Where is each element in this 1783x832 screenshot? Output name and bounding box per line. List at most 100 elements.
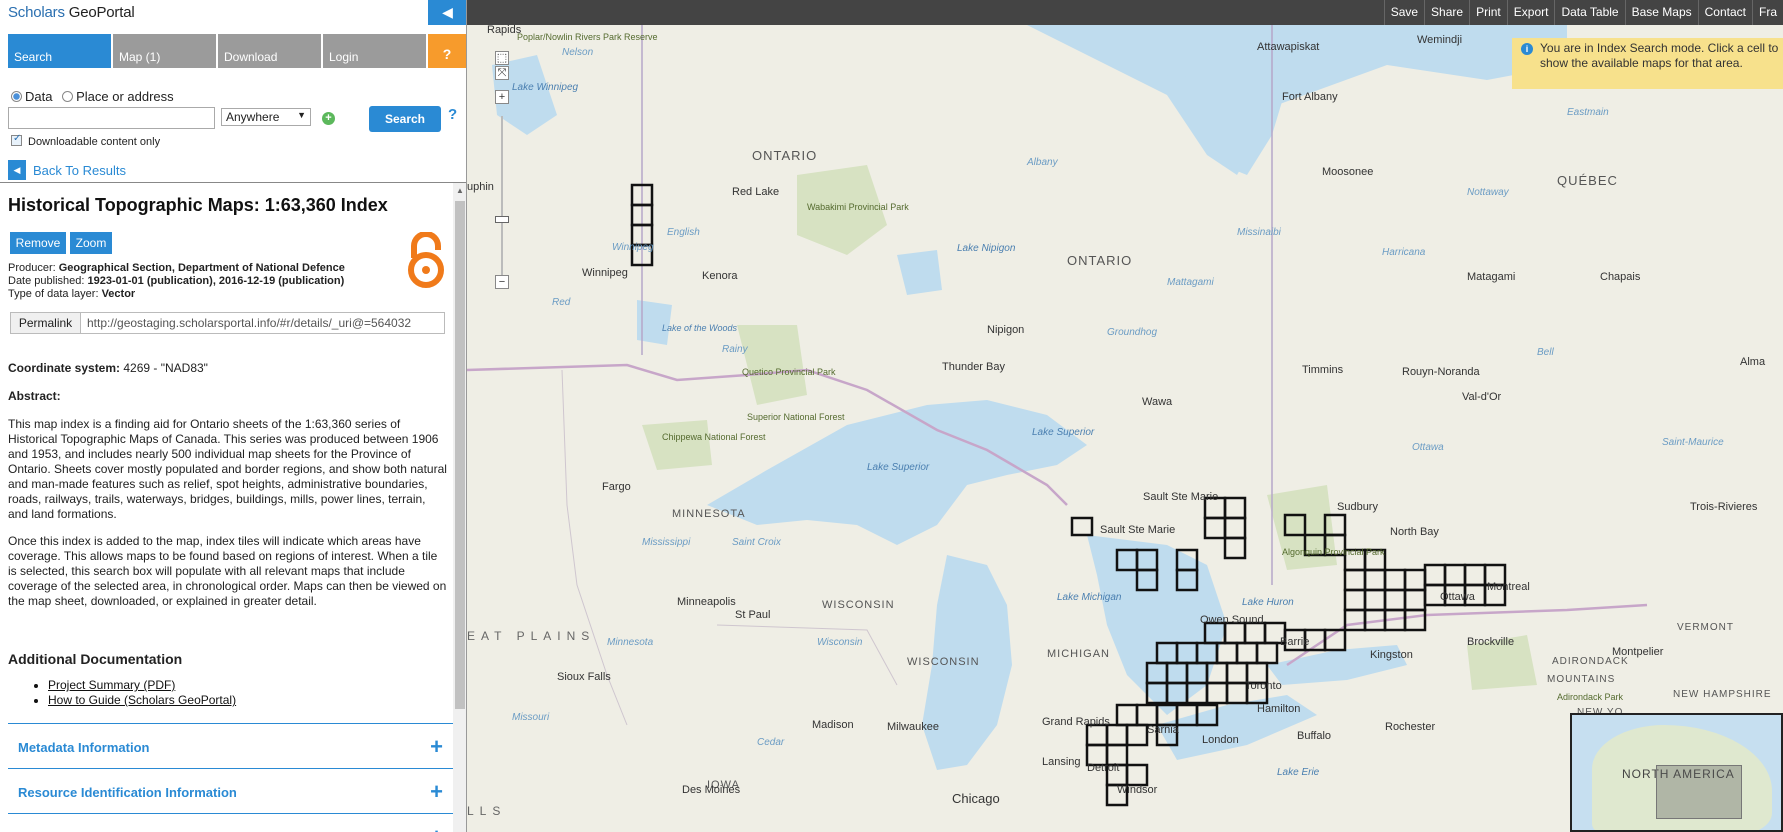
downloadable-only-row: Downloadable content only (11, 133, 161, 148)
lake-label: Lake Michigan (1057, 592, 1122, 603)
city-label: Des Moines (682, 784, 741, 796)
james-bay-water (1167, 75, 1287, 175)
tab-login[interactable]: Login (323, 34, 426, 68)
back-to-results[interactable]: ◀ Back To Results (8, 160, 126, 180)
print-button[interactable]: Print (1469, 0, 1507, 25)
radio-icon[interactable] (11, 91, 22, 102)
index-cell (1225, 661, 1249, 685)
index-cell (1383, 568, 1407, 592)
overview-map[interactable]: NORTH AMERICA (1570, 713, 1783, 832)
river-label: Missouri (512, 712, 550, 723)
back-arrow-icon[interactable]: ◀ (8, 160, 26, 180)
scrollbar-thumb[interactable] (455, 201, 465, 709)
accordion-resource-identification[interactable]: Resource Identification Information + (8, 768, 453, 813)
city-label: Trois-Rivieres (1690, 501, 1758, 513)
language-button[interactable]: Fra (1752, 0, 1783, 25)
zoom-slider-track[interactable] (501, 116, 503, 282)
additional-documentation-heading: Additional Documentation (8, 651, 183, 667)
tab-map[interactable]: Map (1) (113, 34, 216, 68)
accordion-metadata[interactable]: Metadata Information + (8, 723, 453, 768)
scholars-geoportal-logo[interactable]: Scholars GeoPortal (8, 4, 135, 21)
data-table-button[interactable]: Data Table (1554, 0, 1624, 25)
city-label: Owen Sound (1200, 614, 1264, 626)
river-label: Ottawa (1412, 442, 1444, 453)
full-extent-icon[interactable]: ⤧ (495, 66, 509, 80)
zoom-slider-handle[interactable] (495, 216, 509, 223)
province-label: MINNESOTA (672, 508, 746, 520)
radio-data[interactable]: Data (11, 89, 52, 104)
box-select-icon[interactable]: ⬚ (495, 51, 509, 65)
zoom-out-button[interactable]: − (495, 275, 509, 289)
map-view[interactable]: Save Share Print Export Data Table Base … (467, 0, 1783, 832)
index-cell (1223, 621, 1247, 645)
radio-place[interactable]: Place or address (62, 89, 174, 104)
export-button[interactable]: Export (1506, 0, 1555, 25)
tab-download[interactable]: Download (218, 34, 321, 68)
tab-help[interactable]: ? (428, 34, 466, 68)
city-label: uphin (467, 181, 494, 193)
index-cell (1243, 621, 1267, 645)
add-icon[interactable]: + (322, 112, 335, 125)
downloadable-label: Downloadable content only (28, 136, 161, 148)
search-input[interactable] (8, 107, 215, 129)
abstract-paragraph: Once this index is added to the map, ind… (8, 534, 447, 608)
dataset-metadata: Producer: Geographical Section, Departme… (8, 262, 345, 301)
region-label: LLS (467, 804, 506, 818)
expand-plus-icon[interactable]: + (430, 779, 443, 805)
permalink-url[interactable]: http://geostaging.scholarsportal.info/#r… (81, 313, 444, 333)
tab-search[interactable]: Search (8, 34, 111, 68)
index-cell (1085, 723, 1109, 747)
city-label: Winnipeg (582, 267, 628, 279)
doc-link-how-to-guide[interactable]: How to Guide (Scholars GeoPortal) (48, 693, 236, 708)
abstract-heading: Abstract: (8, 389, 61, 403)
main-tabs: Search Map (1) Download Login ? (8, 34, 466, 68)
contact-button[interactable]: Contact (1697, 0, 1752, 25)
info-icon: i (1521, 43, 1533, 55)
city-label: Rouyn-Noranda (1402, 366, 1481, 378)
index-cell (1423, 563, 1447, 587)
back-to-results-link[interactable]: Back To Results (33, 163, 126, 178)
river-label: Cedar (757, 737, 785, 748)
overview-extent-box[interactable] (1656, 765, 1742, 819)
expand-plus-icon[interactable]: + (430, 734, 443, 760)
collapse-panel-button[interactable]: ◀ (428, 0, 466, 25)
basemap[interactable]: ONTARIO ONTARIO QUÉBEC MINNESOTA WISCONS… (467, 25, 1783, 832)
scroll-up-icon[interactable]: ▲ (456, 186, 464, 195)
location-select[interactable]: Anywhere ▼ (221, 108, 311, 126)
save-button[interactable]: Save (1383, 0, 1424, 25)
accordion-next[interactable]: + (8, 813, 453, 832)
search-help-icon[interactable]: ? (448, 106, 457, 123)
base-maps-button[interactable]: Base Maps (1624, 0, 1698, 25)
province-label: MOUNTAINS (1547, 674, 1615, 685)
expand-plus-icon[interactable]: + (430, 824, 443, 832)
remove-button[interactable]: Remove (10, 232, 66, 254)
city-label: Sudbury (1337, 501, 1378, 513)
search-button[interactable]: Search (369, 106, 441, 132)
permalink-label: Permalink (11, 313, 81, 333)
city-label: Barrie (1280, 636, 1309, 648)
doc-link-project-summary[interactable]: Project Summary (PDF) (48, 678, 236, 693)
downloadable-checkbox[interactable] (11, 133, 22, 146)
zoom-in-button[interactable]: + (495, 90, 509, 104)
city-label: Nipigon (987, 324, 1024, 336)
river-label: Nottaway (1467, 187, 1510, 198)
city-label: Sarnia (1147, 724, 1180, 736)
index-cell (1235, 641, 1259, 665)
share-button[interactable]: Share (1424, 0, 1469, 25)
radio-icon[interactable] (62, 91, 74, 102)
park-patch (642, 420, 712, 470)
city-label: Detroit (1087, 762, 1119, 774)
river-label: Saint-Maurice (1662, 437, 1724, 448)
index-mode-notice: i You are in Index Search mode. Click a … (1512, 38, 1783, 89)
index-cell (1223, 536, 1247, 560)
zoom-button[interactable]: Zoom (70, 232, 112, 254)
park-patch (737, 325, 807, 405)
city-label: Windsor (1117, 784, 1158, 796)
park-patch (1267, 485, 1337, 570)
index-cell (1363, 588, 1387, 612)
index-cell (1343, 568, 1367, 592)
province-label: ONTARIO (1067, 253, 1132, 268)
city-label: Fort Albany (1282, 91, 1338, 103)
lake-label: Lake Superior (867, 462, 930, 473)
park-label: Wabakimi Provincial Park (807, 202, 909, 212)
